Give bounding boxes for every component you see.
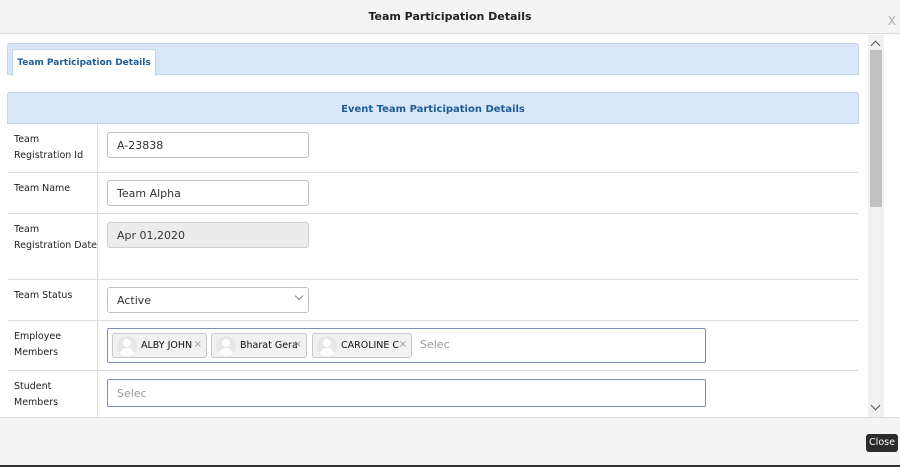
dialog-footer: Close bbox=[0, 417, 900, 465]
member-chip: CAROLINE C × bbox=[312, 333, 412, 358]
team-name-input[interactable]: Team Alpha bbox=[107, 180, 309, 206]
close-icon[interactable]: X bbox=[888, 14, 896, 28]
student-search-input[interactable]: Selec bbox=[117, 387, 147, 400]
team-status-value: Active bbox=[117, 294, 152, 307]
row-team-status: Team Status Active bbox=[8, 280, 858, 321]
field-label: Team Name bbox=[8, 173, 98, 213]
tab-strip: Team Participation Details bbox=[7, 43, 859, 76]
team-registration-date-input: Apr 01,2020 bbox=[107, 222, 309, 248]
chip-label: Bharat Gera bbox=[240, 340, 298, 351]
team-registration-id-input[interactable]: A-23838 bbox=[107, 132, 309, 158]
chevron-down-icon bbox=[294, 291, 304, 301]
field-label: Team Registration Date bbox=[8, 214, 98, 279]
scroll-thumb[interactable] bbox=[870, 50, 882, 207]
field-label: Student Members bbox=[8, 371, 98, 417]
remove-chip-icon[interactable]: × bbox=[194, 339, 202, 350]
row-team-name: Team Name Team Alpha bbox=[8, 173, 858, 214]
employee-search-input[interactable]: Selec bbox=[420, 338, 450, 351]
student-members-multiselect[interactable]: Selec bbox=[107, 379, 706, 407]
row-team-registration-date: Team Registration Date Apr 01,2020 bbox=[8, 214, 858, 280]
tab-team-participation-details[interactable]: Team Participation Details bbox=[12, 49, 156, 76]
row-team-registration-id: Team Registration Id A-23838 bbox=[8, 124, 858, 173]
remove-chip-icon[interactable]: × bbox=[294, 339, 302, 350]
field-label: Team Status bbox=[8, 280, 98, 320]
scroll-up-icon[interactable] bbox=[870, 40, 881, 51]
user-avatar-icon bbox=[216, 336, 236, 356]
dialog-content: Team Participation Details Event Team Pa… bbox=[0, 35, 868, 417]
chip-label: ALBY JOHN bbox=[141, 340, 193, 351]
user-avatar-icon bbox=[117, 336, 137, 356]
team-participation-dialog: Team Participation Details X Team Partic… bbox=[0, 0, 900, 467]
field-label: Employee Members bbox=[8, 321, 98, 370]
chip-label: CAROLINE C bbox=[341, 340, 400, 351]
user-avatar-icon bbox=[317, 336, 337, 356]
row-employee-members: Employee Members ALBY JOHN × Bharat Gera… bbox=[8, 321, 858, 371]
member-chip: Bharat Gera × bbox=[211, 333, 307, 358]
remove-chip-icon[interactable]: × bbox=[399, 339, 407, 350]
member-chip: ALBY JOHN × bbox=[112, 333, 207, 358]
dialog-title-bar: Team Participation Details X bbox=[0, 0, 900, 34]
section-header: Event Team Participation Details bbox=[7, 92, 859, 124]
scroll-down-icon[interactable] bbox=[870, 400, 881, 411]
team-status-select[interactable]: Active bbox=[107, 287, 309, 313]
row-student-members: Student Members Selec bbox=[8, 371, 858, 417]
employee-members-multiselect[interactable]: ALBY JOHN × Bharat Gera × CAROLINE C × S… bbox=[107, 328, 706, 363]
field-label: Team Registration Id bbox=[8, 124, 98, 172]
dialog-title: Team Participation Details bbox=[368, 10, 532, 23]
close-button[interactable]: Close bbox=[866, 434, 898, 452]
vertical-scrollbar[interactable] bbox=[868, 35, 884, 417]
